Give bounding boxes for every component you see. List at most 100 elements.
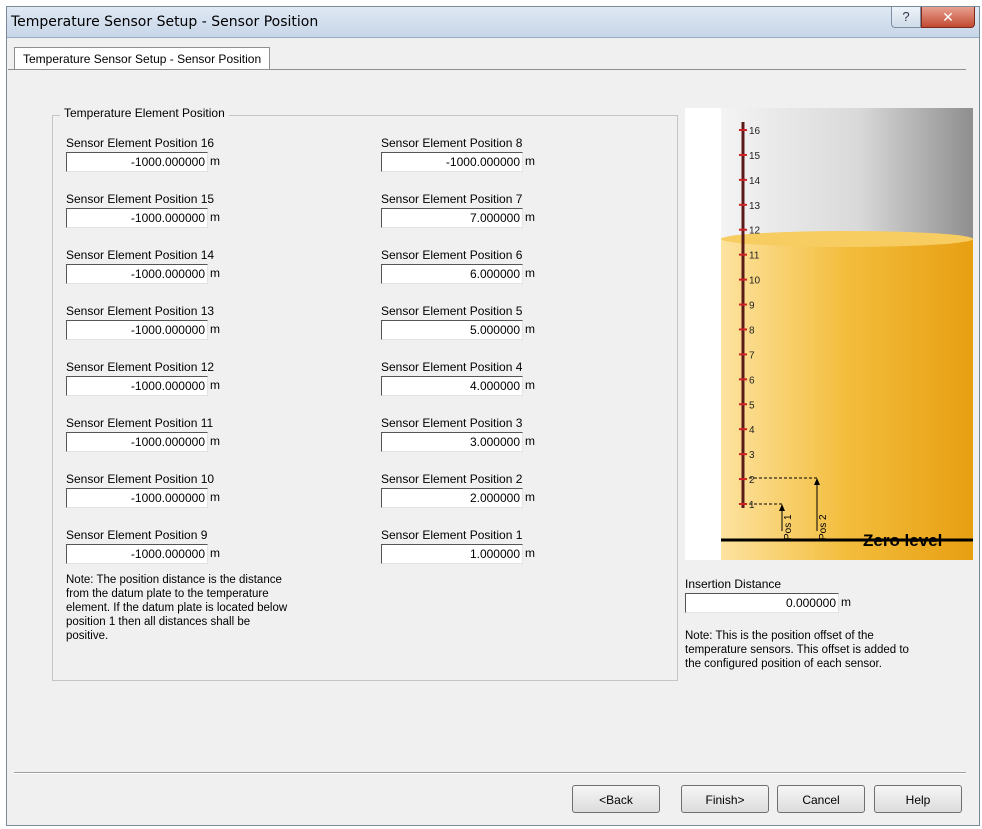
probe-tick-label: 16 bbox=[749, 126, 761, 137]
window-title: Temperature Sensor Setup - Sensor Positi… bbox=[11, 14, 319, 30]
note-line: position 1 then all distances shall be bbox=[66, 616, 251, 628]
note-line: the configured position of each sensor. bbox=[685, 658, 882, 670]
sensor-position-label: Sensor Element Position 8 bbox=[381, 136, 523, 150]
sensor-position-unit: m bbox=[210, 322, 220, 336]
sensor-position-unit: m bbox=[525, 434, 535, 448]
insertion-unit: m bbox=[841, 595, 851, 609]
probe-tick-label: 1 bbox=[749, 500, 755, 511]
sensor-position-unit: m bbox=[525, 378, 535, 392]
probe-tick-label: 11 bbox=[749, 251, 760, 262]
sensor-position-field: Sensor Element Position 2 2.000000 m bbox=[381, 472, 551, 508]
help-button[interactable]: Help bbox=[874, 785, 962, 813]
sensor-position-input[interactable]: 4.000000 bbox=[381, 376, 523, 396]
sensor-position-label: Sensor Element Position 5 bbox=[381, 304, 523, 318]
finish-button[interactable]: Finish> bbox=[681, 785, 769, 813]
sensor-position-label: Sensor Element Position 2 bbox=[381, 472, 523, 486]
sensor-position-input[interactable]: -1000.000000 bbox=[66, 432, 208, 452]
sensor-position-unit: m bbox=[210, 546, 220, 560]
insertion-distance-field: Insertion Distance 0.000000 m bbox=[685, 577, 885, 613]
note-line: from the datum plate to the temperature bbox=[66, 588, 269, 600]
probe-tick-label: 15 bbox=[749, 151, 761, 162]
note-line: Note: The position distance is the dista… bbox=[66, 574, 282, 586]
sensor-position-label: Sensor Element Position 7 bbox=[381, 192, 523, 206]
sensor-position-field: Sensor Element Position 5 5.000000 m bbox=[381, 304, 551, 340]
sensor-position-label: Sensor Element Position 10 bbox=[66, 472, 215, 486]
sensor-position-unit: m bbox=[210, 210, 220, 224]
note-line: element. If the datum plate is located b… bbox=[66, 602, 288, 614]
sensor-position-field: Sensor Element Position 3 3.000000 m bbox=[381, 416, 551, 452]
sensor-position-unit: m bbox=[525, 154, 535, 168]
sensor-position-label: Sensor Element Position 15 bbox=[66, 192, 215, 206]
cancel-button[interactable]: Cancel bbox=[777, 785, 865, 813]
sensor-position-label: Sensor Element Position 13 bbox=[66, 304, 215, 318]
sensor-position-field: Sensor Element Position 11 -1000.000000 m bbox=[66, 416, 236, 452]
offset-note: Note: This is the position offset of the… bbox=[685, 629, 975, 671]
sensor-position-label: Sensor Element Position 12 bbox=[66, 360, 215, 374]
sensor-position-unit: m bbox=[210, 434, 220, 448]
probe-tick-label: 5 bbox=[749, 400, 755, 411]
tank-svg: 16 15 14 13 12 11 10 9 8 7 6 5 4 3 2 1 Pos 1 Pos 2 Zero… bbox=[721, 108, 973, 560]
note-line: Note: This is the position offset of the bbox=[685, 630, 874, 642]
sensor-position-label: Sensor Element Position 6 bbox=[381, 248, 523, 262]
sensor-position-input[interactable]: 6.000000 bbox=[381, 264, 523, 284]
probe-tick-label: 12 bbox=[749, 226, 761, 237]
tab-sensor-position[interactable]: Temperature Sensor Setup - Sensor Positi… bbox=[14, 47, 271, 70]
note-line: temperature sensors. This offset is adde… bbox=[685, 644, 909, 656]
insertion-distance-label: Insertion Distance bbox=[685, 577, 782, 591]
sensor-position-label: Sensor Element Position 9 bbox=[66, 528, 208, 542]
sensor-position-input[interactable]: 2.000000 bbox=[381, 488, 523, 508]
position-note: Note: The position distance is the dista… bbox=[66, 573, 356, 643]
sensor-position-input[interactable]: 7.000000 bbox=[381, 208, 523, 228]
probe-tick-label: 2 bbox=[749, 475, 755, 486]
sensor-position-field: Sensor Element Position 10 -1000.000000 m bbox=[66, 472, 236, 508]
sensor-position-label: Sensor Element Position 1 bbox=[381, 528, 523, 542]
sensor-position-input[interactable]: -1000.000000 bbox=[66, 320, 208, 340]
sensor-position-field: Sensor Element Position 9 -1000.000000 m bbox=[66, 528, 236, 564]
sensor-position-unit: m bbox=[525, 490, 535, 504]
probe-tick-label: 14 bbox=[749, 176, 761, 187]
sensor-position-field: Sensor Element Position 7 7.000000 m bbox=[381, 192, 551, 228]
sensor-position-input[interactable]: -1000.000000 bbox=[66, 488, 208, 508]
sensor-position-unit: m bbox=[210, 378, 220, 392]
close-button[interactable]: ✕ bbox=[921, 7, 975, 28]
pos1-label: Pos 1 bbox=[783, 514, 794, 540]
probe-tick-label: 7 bbox=[749, 350, 755, 361]
sensor-position-label: Sensor Element Position 14 bbox=[66, 248, 215, 262]
pos2-label: Pos 2 bbox=[818, 514, 829, 540]
footer-separator bbox=[14, 772, 966, 774]
probe-tick-label: 6 bbox=[749, 375, 755, 386]
group-title: Temperature Element Position bbox=[60, 106, 229, 120]
sensor-position-unit: m bbox=[525, 546, 535, 560]
probe-tick-label: 9 bbox=[749, 301, 755, 312]
sensor-position-label: Sensor Element Position 11 bbox=[66, 416, 214, 430]
sensor-position-field: Sensor Element Position 8 -1000.000000 m bbox=[381, 136, 551, 172]
sensor-position-input[interactable]: -1000.000000 bbox=[66, 544, 208, 564]
probe-tick-label: 10 bbox=[749, 276, 761, 287]
sensor-position-field: Sensor Element Position 13 -1000.000000 m bbox=[66, 304, 236, 340]
sensor-position-field: Sensor Element Position 12 -1000.000000 m bbox=[66, 360, 236, 396]
sensor-position-unit: m bbox=[210, 490, 220, 504]
sensor-position-field: Sensor Element Position 14 -1000.000000 m bbox=[66, 248, 236, 284]
sensor-position-field: Sensor Element Position 6 6.000000 m bbox=[381, 248, 551, 284]
help-title-button[interactable]: ? bbox=[891, 7, 921, 28]
sensor-position-input[interactable]: 3.000000 bbox=[381, 432, 523, 452]
title-bar[interactable]: Temperature Sensor Setup - Sensor Positi… bbox=[7, 7, 979, 38]
sensor-position-input[interactable]: -1000.000000 bbox=[66, 376, 208, 396]
zero-level-label: Zero level bbox=[863, 531, 942, 550]
sensor-position-label: Sensor Element Position 16 bbox=[66, 136, 215, 150]
sensor-position-input[interactable]: -1000.000000 bbox=[66, 208, 208, 228]
sensor-position-unit: m bbox=[210, 266, 220, 280]
back-button[interactable]: <Back bbox=[572, 785, 660, 813]
sensor-position-field: Sensor Element Position 4 4.000000 m bbox=[381, 360, 551, 396]
sensor-position-input[interactable]: -1000.000000 bbox=[66, 264, 208, 284]
sensor-position-input[interactable]: -1000.000000 bbox=[66, 152, 208, 172]
tank-diagram: 16 15 14 13 12 11 10 9 8 7 6 5 4 3 2 1 Pos 1 Pos 2 Zero… bbox=[685, 108, 973, 560]
sensor-position-field: Sensor Element Position 15 -1000.000000 m bbox=[66, 192, 236, 228]
insertion-distance-input[interactable]: 0.000000 bbox=[685, 593, 839, 613]
note-line: positive. bbox=[66, 630, 109, 642]
probe-tick-label: 4 bbox=[749, 425, 755, 436]
sensor-position-input[interactable]: 1.000000 bbox=[381, 544, 523, 564]
sensor-position-unit: m bbox=[525, 266, 535, 280]
sensor-position-input[interactable]: 5.000000 bbox=[381, 320, 523, 340]
sensor-position-input[interactable]: -1000.000000 bbox=[381, 152, 523, 172]
